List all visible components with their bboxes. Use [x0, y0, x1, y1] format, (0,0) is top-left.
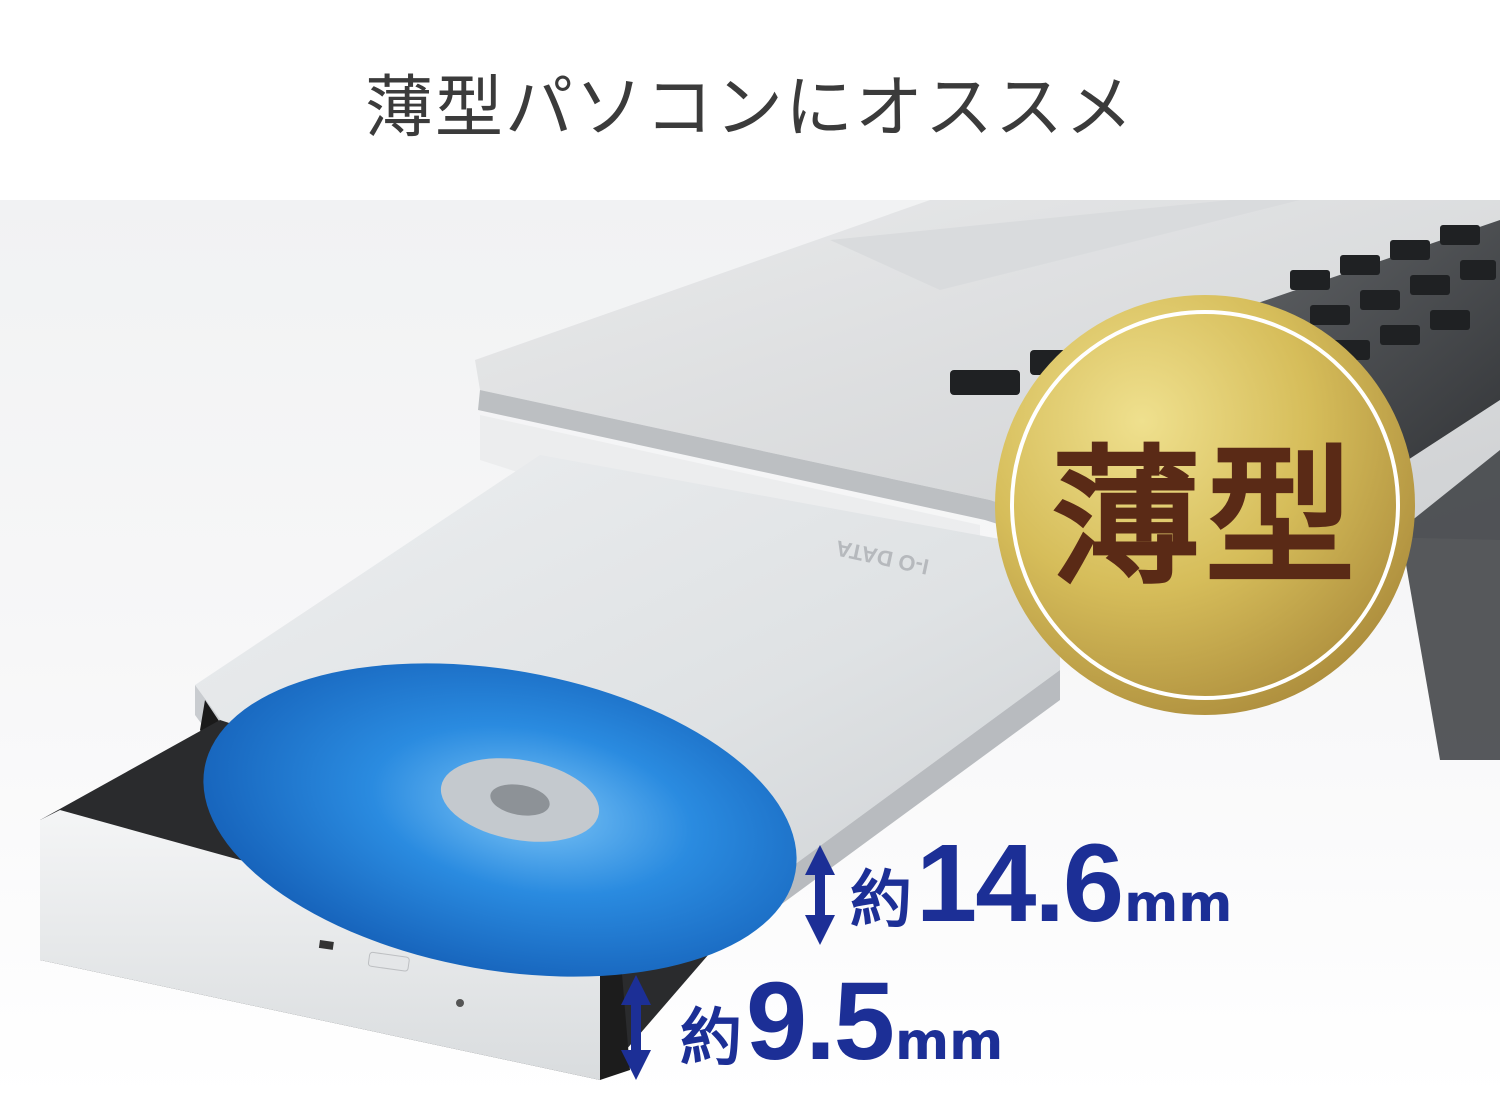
drive-height-unit: mm — [1124, 874, 1233, 934]
headline: 薄型パソコンにオススメ — [364, 69, 1135, 148]
badge-label: 薄型 — [1050, 431, 1359, 606]
drive-height-prefix: 約 — [850, 863, 913, 936]
tray-height-label: 約 9.5 mm — [680, 958, 1003, 1085]
drive-height-value: 14.6 — [916, 822, 1124, 945]
tray-height-value: 9.5 — [746, 960, 895, 1083]
tray-height-prefix: 約 — [680, 1001, 743, 1074]
drive-height-label: 約 14.6 mm — [850, 820, 1232, 947]
emergency-hole — [456, 999, 464, 1007]
tray-height-unit: mm — [894, 1012, 1004, 1072]
